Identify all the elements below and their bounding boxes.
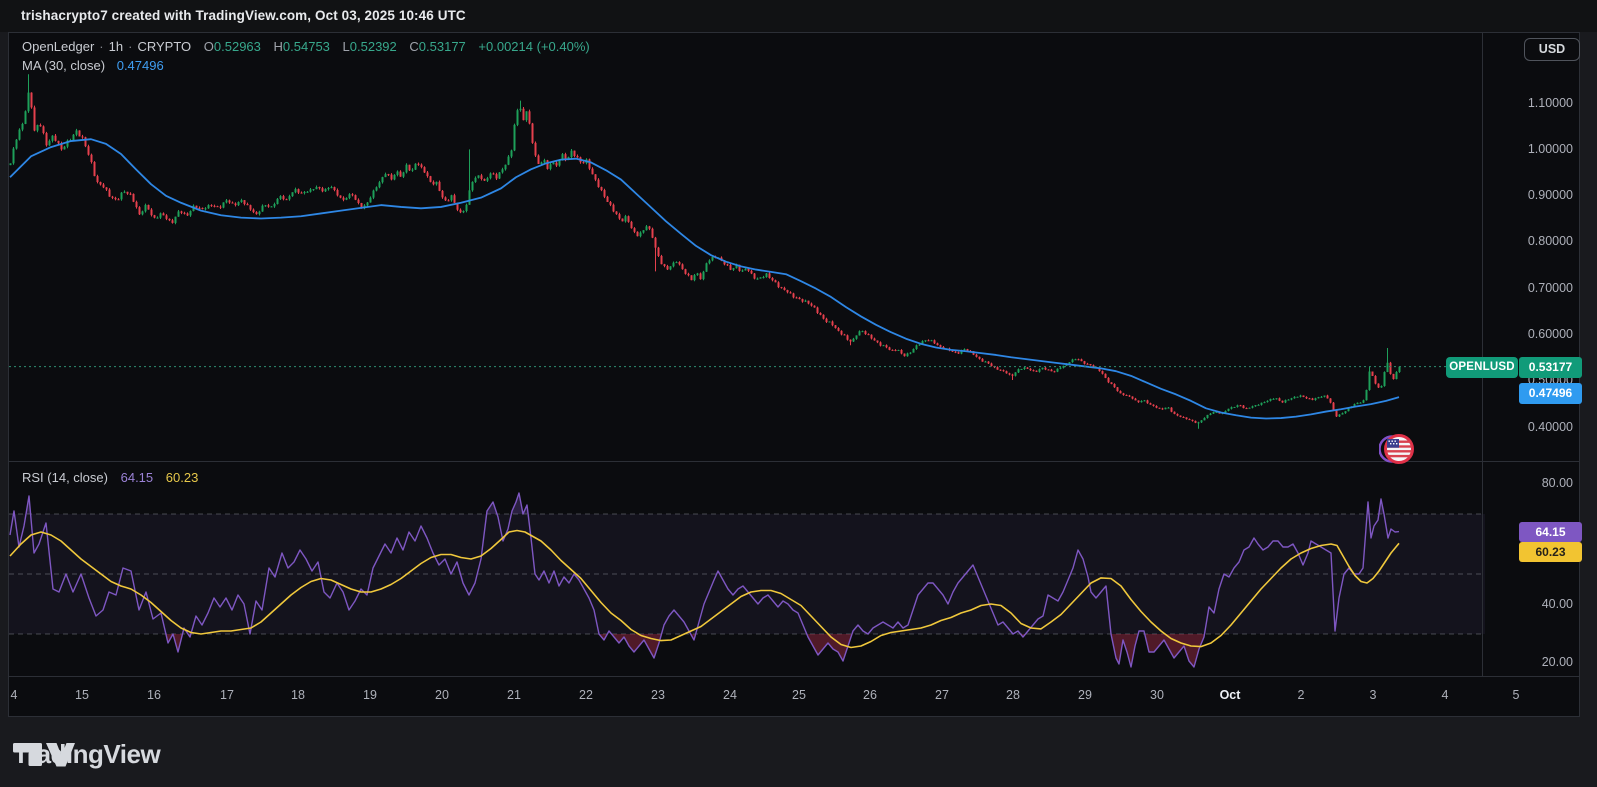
price-axis-label: 0.40000 bbox=[1528, 419, 1573, 435]
rsi-legend[interactable]: RSI (14, close) 64.15 60.23 bbox=[22, 470, 198, 485]
attribution-text: trishacrypto7 created with TradingView.c… bbox=[21, 8, 466, 23]
open-label: O bbox=[204, 39, 214, 54]
rsi-ma-value: 60.23 bbox=[166, 470, 199, 485]
time-axis-label: 29 bbox=[1078, 688, 1092, 702]
symbol-legend[interactable]: OpenLedger·1h·CRYPTO O0.52963 H0.54753 L… bbox=[22, 39, 590, 54]
time-axis-label: 21 bbox=[507, 688, 521, 702]
time-axis-label: 22 bbox=[579, 688, 593, 702]
time-axis-label: 24 bbox=[723, 688, 737, 702]
rsi-name: RSI (14, close) bbox=[22, 470, 108, 485]
time-axis-label: 25 bbox=[792, 688, 806, 702]
time-axis-label: 5 bbox=[1513, 688, 1520, 702]
time-axis-label: 30 bbox=[1150, 688, 1164, 702]
rsi-value-badge: 64.15 bbox=[1519, 522, 1582, 542]
ma-value: 0.47496 bbox=[117, 58, 164, 73]
pane-separator[interactable] bbox=[9, 461, 1579, 462]
footer: TradingView bbox=[0, 717, 1597, 787]
ma-name: MA (30, close) bbox=[22, 58, 105, 73]
price-axis-label: 1.00000 bbox=[1528, 141, 1573, 157]
ma-price-badge: 0.47496 bbox=[1519, 383, 1582, 404]
time-axis-label: Oct bbox=[1220, 688, 1241, 702]
time-axis[interactable]: 415161718192021222324252627282930Oct2345 bbox=[9, 676, 1579, 717]
price-axis[interactable]: 1.10000 1.00000 0.90000 0.80000 0.70000 0.600… bbox=[1482, 33, 1579, 676]
price-axis-label: 0.70000 bbox=[1528, 280, 1573, 296]
symbol-title: OpenLedger bbox=[22, 39, 94, 54]
low-label: L bbox=[343, 39, 350, 54]
price-pane-canvas[interactable] bbox=[9, 33, 1485, 461]
open-value: 0.52963 bbox=[214, 39, 261, 54]
time-axis-label: 16 bbox=[147, 688, 161, 702]
close-label: C bbox=[409, 39, 418, 54]
time-axis-label: 19 bbox=[363, 688, 377, 702]
rsi-axis-label: 80.00 bbox=[1542, 475, 1573, 491]
time-axis-label: 26 bbox=[863, 688, 877, 702]
time-axis-label: 20 bbox=[435, 688, 449, 702]
rsi-pane-canvas[interactable] bbox=[9, 461, 1485, 677]
time-axis-label: 2 bbox=[1298, 688, 1305, 702]
time-axis-label: 28 bbox=[1006, 688, 1020, 702]
tradingview-logo-icon bbox=[13, 743, 75, 767]
change-value: +0.00214 (+0.40%) bbox=[478, 39, 589, 54]
ma-legend[interactable]: MA (30, close) 0.47496 bbox=[22, 58, 164, 73]
rsi-axis-label: 20.00 bbox=[1542, 654, 1573, 670]
price-axis-label: 0.60000 bbox=[1528, 326, 1573, 342]
low-value: 0.52392 bbox=[350, 39, 397, 54]
us-flag-icon bbox=[1379, 431, 1419, 467]
price-axis-label: 1.10000 bbox=[1528, 95, 1573, 111]
close-value: 0.53177 bbox=[419, 39, 466, 54]
rsi-ma-value-badge: 60.23 bbox=[1519, 542, 1582, 562]
time-axis-label: 17 bbox=[220, 688, 234, 702]
attribution-bar: trishacrypto7 created with TradingView.c… bbox=[0, 0, 1597, 32]
chart-frame: OpenLedger·1h·CRYPTO O0.52963 H0.54753 L… bbox=[8, 32, 1580, 717]
last-price-badge: 0.53177 bbox=[1519, 357, 1582, 378]
price-axis-label: 0.90000 bbox=[1528, 187, 1573, 203]
symbol-market: CRYPTO bbox=[137, 39, 191, 54]
tradingview-logo[interactable]: TradingView bbox=[13, 739, 160, 770]
ticker-price-label: OPENLUSD bbox=[1446, 357, 1518, 378]
high-label: H bbox=[274, 39, 283, 54]
price-axis-label: 0.80000 bbox=[1528, 233, 1573, 249]
high-value: 0.54753 bbox=[283, 39, 330, 54]
time-axis-label: 4 bbox=[1442, 688, 1449, 702]
time-axis-label: 23 bbox=[651, 688, 665, 702]
time-axis-label: 4 bbox=[11, 688, 18, 702]
time-axis-label: 3 bbox=[1370, 688, 1377, 702]
rsi-axis-label: 40.00 bbox=[1542, 596, 1573, 612]
symbol-interval: 1h bbox=[109, 39, 123, 54]
time-axis-label: 15 bbox=[75, 688, 89, 702]
time-axis-label: 18 bbox=[291, 688, 305, 702]
time-axis-label: 27 bbox=[935, 688, 949, 702]
rsi-value: 64.15 bbox=[121, 470, 154, 485]
